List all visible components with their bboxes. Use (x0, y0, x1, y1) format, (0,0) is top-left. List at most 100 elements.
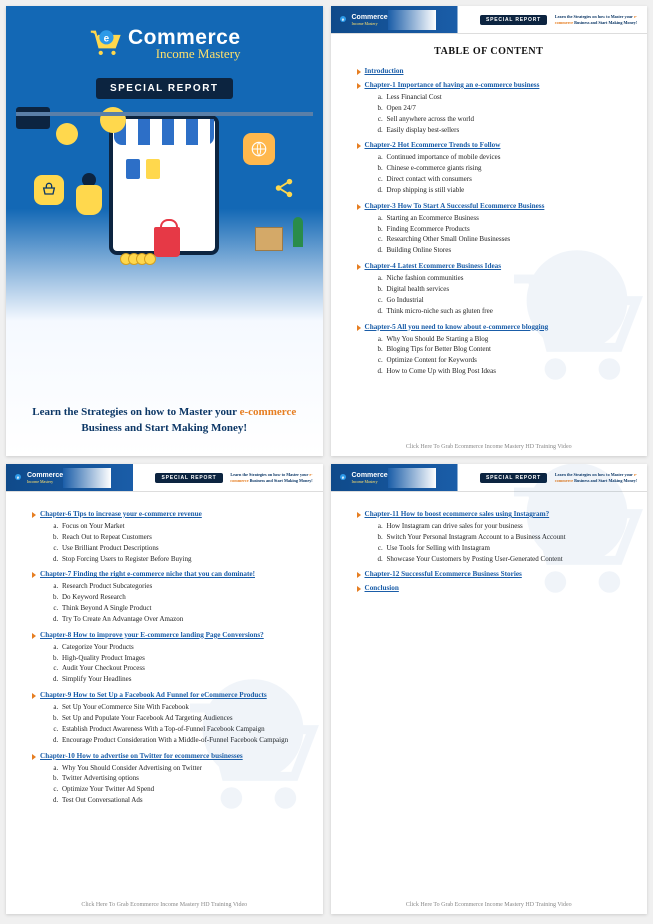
chapter-subitem: Digital health services (385, 284, 622, 295)
special-report-badge: SPECIAL REPORT (96, 78, 233, 99)
chapter-subitem: Categorize Your Products (60, 642, 297, 653)
chapter-subitem: Showcase Your Customers by Posting User-… (385, 554, 622, 565)
chapter-subitem: Test Out Conversational Ads (60, 795, 297, 806)
header-logo: e CommerceIncome Mastery (337, 472, 388, 484)
header-logo: e CommerceIncome Mastery (12, 472, 63, 484)
chapter-subitem: Reach Out to Repeat Customers (60, 532, 297, 543)
chapter-subitem: Continued importance of mobile devices (385, 152, 622, 163)
toc-title: TABLE OF CONTENT (357, 46, 622, 57)
page-header: e CommerceIncome Mastery SPECIAL REPORT … (331, 6, 648, 34)
awning-icon (114, 119, 214, 145)
chapter-subitem: Do Keyword Research (60, 592, 297, 603)
chapter-subitem: Drop shipping is still viable (385, 185, 622, 196)
chapter-subitem: Optimize Your Twitter Ad Spend (60, 784, 297, 795)
chapter-link[interactable]: Chapter-1 Importance of having an e-comm… (357, 81, 622, 89)
plant-icon (293, 217, 303, 247)
tagline-text: Learn the Strategies on how to Master yo… (32, 406, 239, 418)
header-illustration (388, 10, 436, 30)
shirt-icon (126, 159, 140, 179)
cover-tagline: Learn the Strategies on how to Master yo… (16, 405, 313, 436)
package-box-icon (255, 227, 283, 251)
header-badge: SPECIAL REPORT (480, 15, 547, 25)
chapter-subitem: Simplify Your Headlines (60, 674, 297, 685)
chapter-subitems: How Instagram can drive sales for your b… (385, 521, 622, 564)
tagline-highlight: e-commerce (240, 406, 297, 418)
chapter-subitem: Think Beyond A Single Product (60, 603, 297, 614)
cover-page: e Commerce Income Mastery SPECIAL REPORT (6, 6, 323, 456)
chapter-link[interactable]: Chapter-4 Latest Ecommerce Business Idea… (357, 262, 622, 270)
brand-logo: e Commerce Income Mastery (88, 26, 241, 62)
basket-icon (34, 175, 64, 205)
shopping-bag-icon (154, 227, 180, 257)
chapter-subitems: Categorize Your ProductsHigh-Quality Pro… (60, 642, 297, 685)
chapter-subitem: Less Financial Cost (385, 92, 622, 103)
person-icon (82, 173, 102, 215)
chapter-link[interactable]: Chapter-12 Successful Ecommerce Business… (357, 570, 622, 578)
footer-link[interactable]: Click Here To Grab Ecommerce Income Mast… (6, 902, 323, 908)
cover-illustration (16, 107, 313, 317)
chapter-subitem: Bloging Tips for Better Blog Content (385, 344, 622, 355)
chapter-link[interactable]: Chapter-3 How To Start A Successful Ecom… (357, 202, 622, 210)
header-tagline: Learn the Strategies on how to Master yo… (551, 472, 641, 482)
chapter-subitems: Set Up Your eCommerce Site With Facebook… (60, 702, 297, 745)
svg-text:e: e (104, 34, 110, 45)
chapter-subitem: Optimize Content for Keywords (385, 355, 622, 366)
chapter-link[interactable]: Conclusion (357, 584, 622, 592)
chapter-subitems: Research Product SubcategoriesDo Keyword… (60, 581, 297, 624)
chapter-subitem: Researching Other Small Online Businesse… (385, 234, 622, 245)
chapter-subitem: High-Quality Product Images (60, 653, 297, 664)
chapter-subitem: Encourage Product Consideration With a M… (60, 735, 297, 746)
tagline-text: Business and Start Making Money! (81, 422, 247, 434)
header-brand: Commerce (352, 472, 388, 479)
chapter-subitem: Why You Should Consider Advertising on T… (60, 763, 297, 774)
chapter-subitem: Set Up and Populate Your Facebook Ad Tar… (60, 713, 297, 724)
chapter-subitem: Chinese e-commerce giants rising (385, 163, 622, 174)
chapter-link[interactable]: Chapter-10 How to advertise on Twitter f… (32, 752, 297, 760)
chapter-subitem: Think micro-niche such as gluten free (385, 306, 622, 317)
header-tagline: Learn the Strategies on how to Master yo… (551, 14, 641, 24)
header-illustration (63, 468, 111, 488)
coins-icon (124, 253, 156, 265)
chapter-subitems: Why You Should Be Starting a BlogBloging… (385, 334, 622, 377)
header-badge: SPECIAL REPORT (480, 473, 547, 483)
header-brand: Commerce (27, 472, 63, 479)
toc-page-2: e CommerceIncome Mastery SPECIAL REPORT … (6, 464, 323, 914)
chapter-link[interactable]: Chapter-9 How to Set Up a Facebook Ad Fu… (32, 691, 297, 699)
footer-link[interactable]: Click Here To Grab Ecommerce Income Mast… (331, 902, 648, 908)
toc-list: Introduction Chapter-1 Importance of havi… (357, 67, 622, 377)
chapter-link[interactable]: Introduction (357, 67, 622, 75)
share-icon (273, 177, 295, 199)
toc-page-1: e CommerceIncome Mastery SPECIAL REPORT … (331, 6, 648, 456)
chapter-subitems: Starting an Ecommerce BusinessFinding Ec… (385, 213, 622, 256)
chapter-link[interactable]: Chapter-11 How to boost ecommerce sales … (357, 510, 622, 518)
shirt-icon (146, 159, 160, 179)
chapter-subitem: Sell anywhere across the world (385, 114, 622, 125)
toc-list: Chapter-11 How to boost ecommerce sales … (357, 510, 622, 592)
chapter-link[interactable]: Chapter-6 Tips to increase your e-commer… (32, 510, 297, 518)
chapter-subitem: Go Industrial (385, 295, 622, 306)
chapter-subitem: Switch Your Personal Instagram Account t… (385, 532, 622, 543)
chapter-subitem: Audit Your Checkout Process (60, 663, 297, 674)
page-header: e CommerceIncome Mastery SPECIAL REPORT … (6, 464, 323, 492)
chapter-link[interactable]: Chapter-2 Hot Ecommerce Trends to Follow (357, 141, 622, 149)
brand-title: Commerce (128, 27, 241, 48)
chapter-subitem: How Instagram can drive sales for your b… (385, 521, 622, 532)
header-logo: e CommerceIncome Mastery (337, 14, 388, 26)
toc-list: Chapter-6 Tips to increase your e-commer… (32, 510, 297, 806)
chapter-link[interactable]: Chapter-7 Finding the right e-commerce n… (32, 570, 297, 578)
chapter-link[interactable]: Chapter-5 All you need to know about e-c… (357, 323, 622, 331)
cart-icon: e (88, 26, 122, 62)
globe-icon (243, 133, 275, 165)
chapter-subitem: Easily display best-sellers (385, 125, 622, 136)
chapter-link[interactable]: Chapter-8 How to improve your E-commerce… (32, 631, 297, 639)
chapter-subitem: Open 24/7 (385, 103, 622, 114)
credit-card-icon (16, 107, 50, 129)
chapter-subitem: Establish Product Awareness With a Top-o… (60, 724, 297, 735)
gear-icon (56, 123, 78, 145)
chapter-subitem: How to Come Up with Blog Post Ideas (385, 366, 622, 377)
footer-link[interactable]: Click Here To Grab Ecommerce Income Mast… (331, 444, 648, 450)
chapter-subitem: Focus on Your Market (60, 521, 297, 532)
chapter-subitem: Why You Should Be Starting a Blog (385, 334, 622, 345)
chapter-subitem: Use Brilliant Product Descriptions (60, 543, 297, 554)
page-header: e CommerceIncome Mastery SPECIAL REPORT … (331, 464, 648, 492)
